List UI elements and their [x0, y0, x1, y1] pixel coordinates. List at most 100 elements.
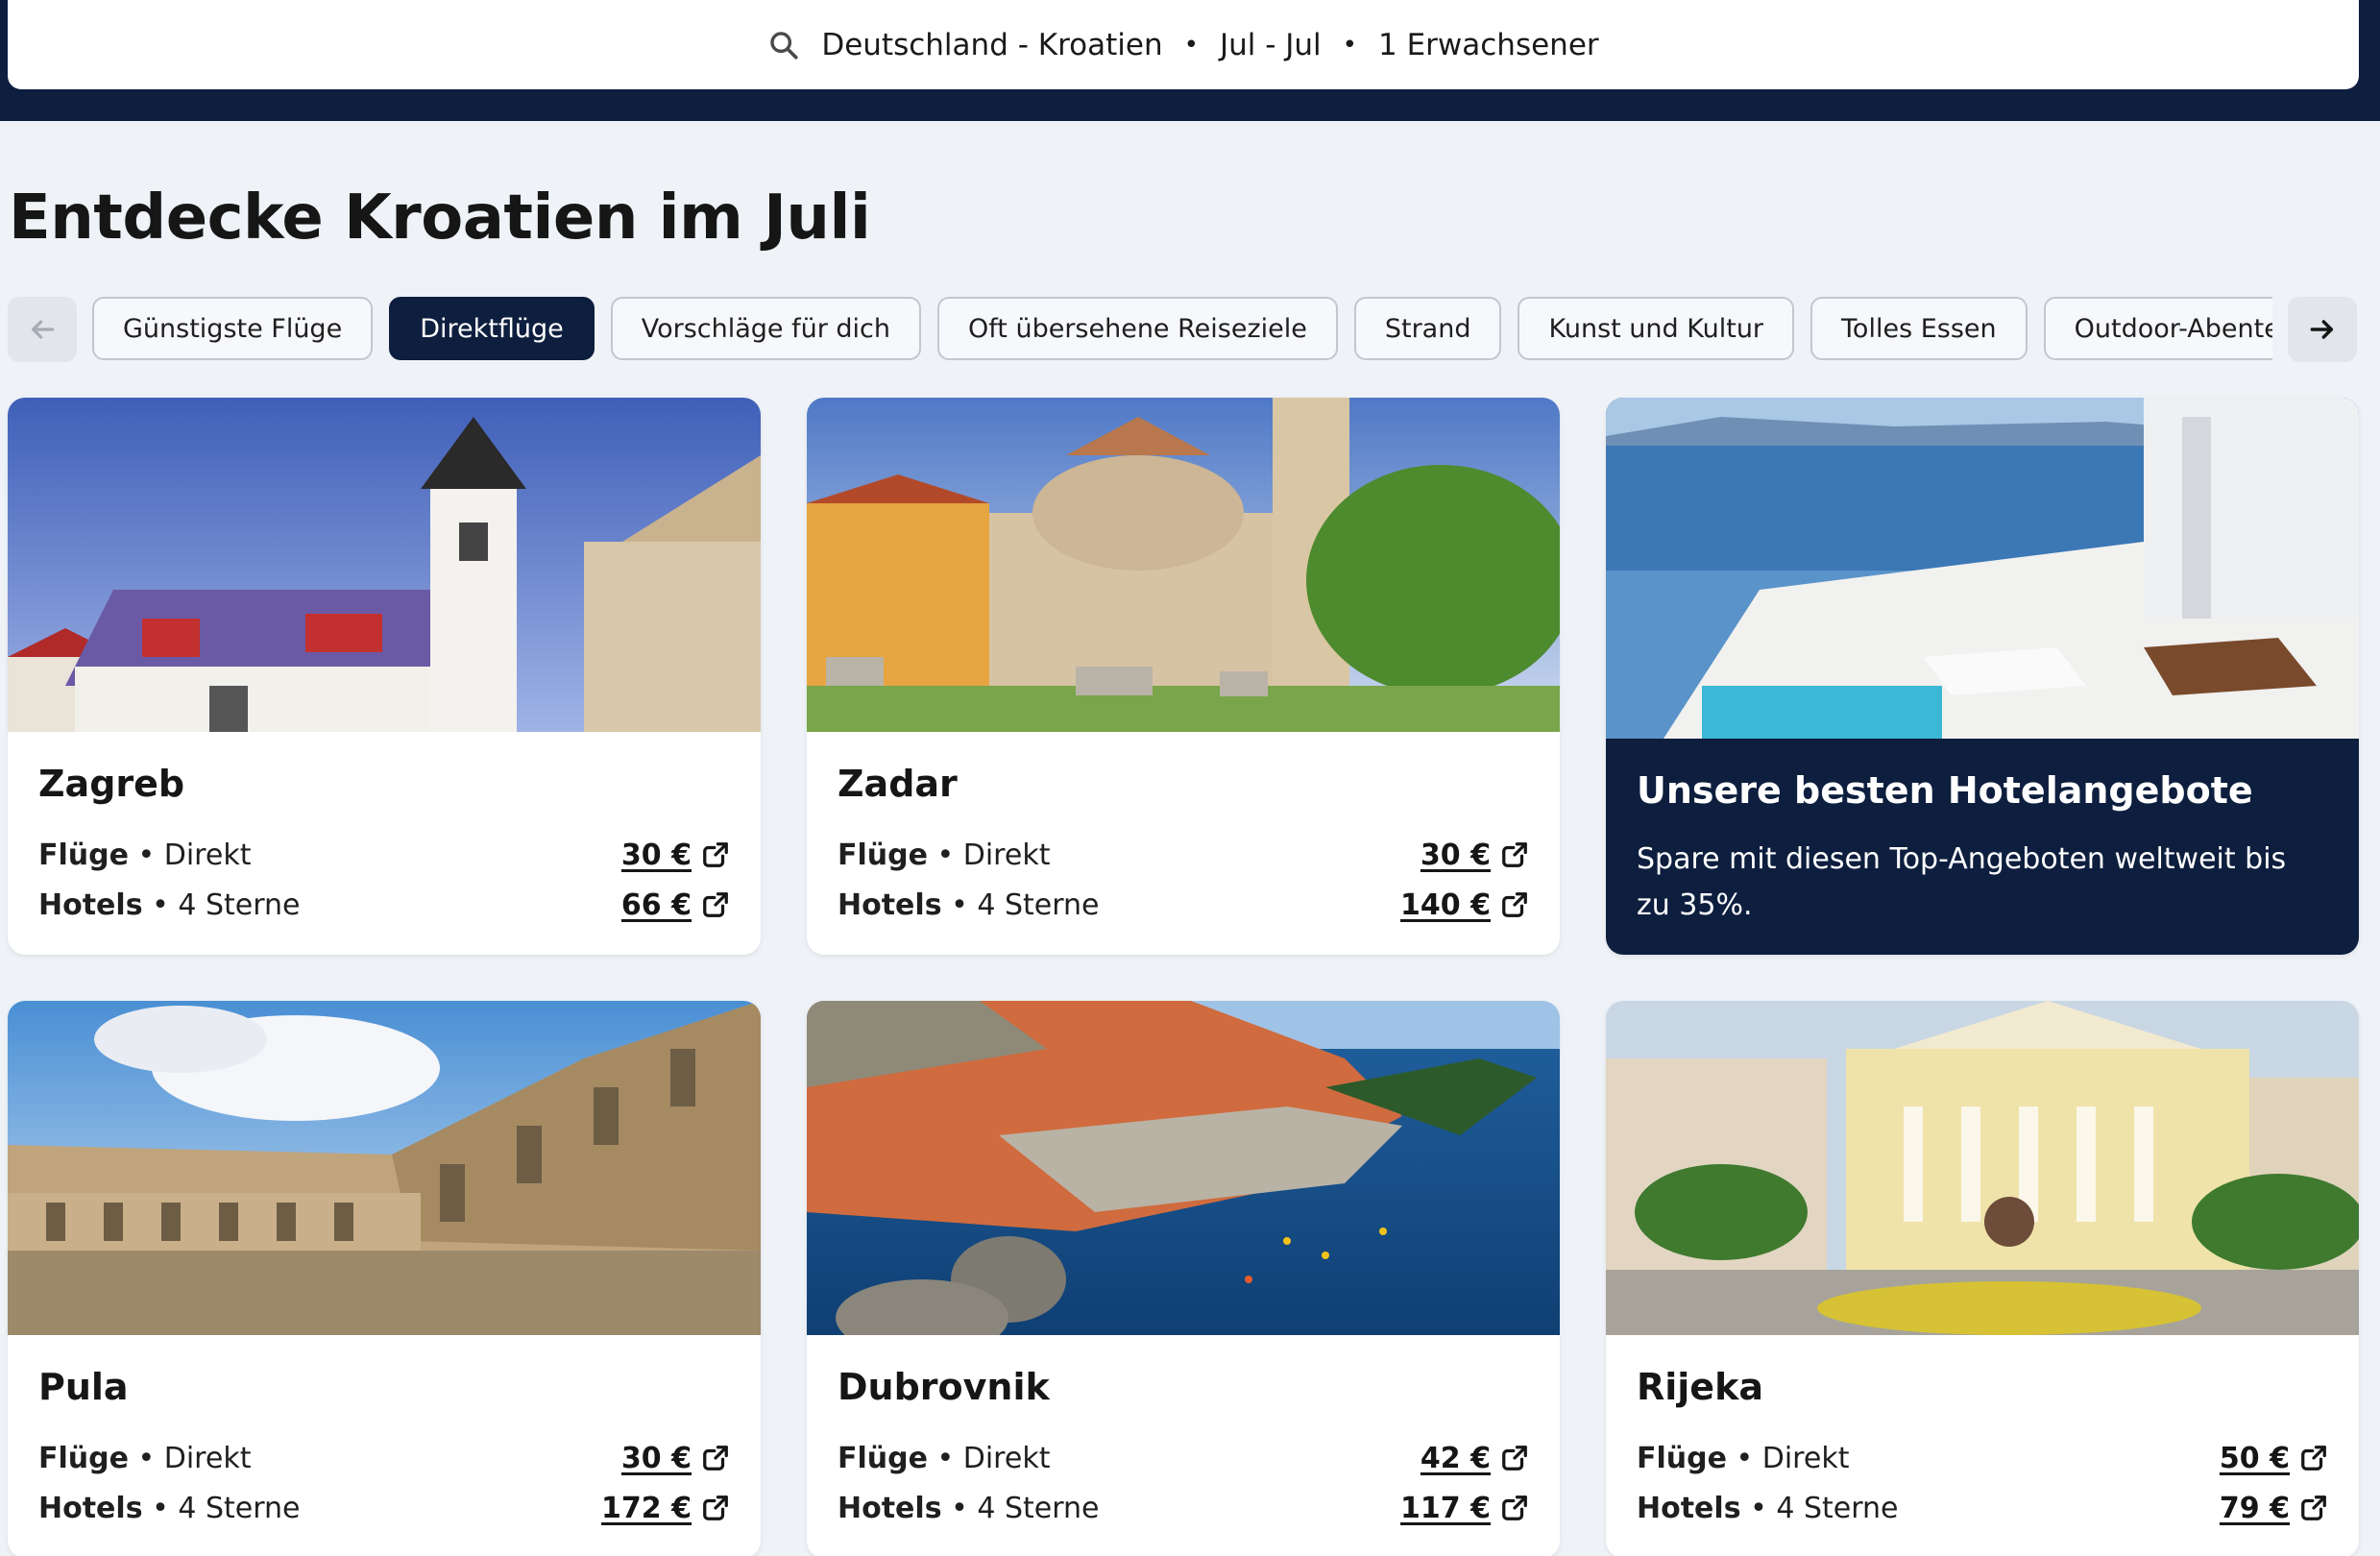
chip-strand[interactable]: Strand: [1353, 297, 1502, 360]
separator-dot: •: [1183, 30, 1199, 60]
chip-vorschlaege[interactable]: Vorschläge für dich: [610, 297, 921, 360]
flights-detail: Direkt: [962, 1441, 1051, 1475]
chip-outdoor-abenteuer[interactable]: Outdoor-Abenteuer: [2043, 297, 2272, 360]
external-link-icon: [1500, 890, 1529, 919]
chip-guenstigste-fluege[interactable]: Günstigste Flüge: [92, 297, 374, 360]
flights-detail: Direkt: [163, 838, 252, 872]
hotel-deals-promo-card[interactable]: Unsere besten Hotelangebote Spare mit di…: [1606, 398, 2359, 955]
hotels-detail: 4 Sterne: [178, 887, 301, 922]
flights-price-link[interactable]: 50 €: [2220, 1442, 2328, 1475]
hotels-detail: 4 Sterne: [1776, 1491, 1899, 1525]
hotels-row: Hotels • 4 Sterne 117 €: [838, 1483, 1529, 1533]
flights-label: Flüge: [1637, 1441, 1727, 1475]
flights-price-link[interactable]: 30 €: [621, 1442, 730, 1475]
search-icon: [770, 31, 798, 60]
flights-row: Flüge • Direkt 30 €: [38, 1433, 730, 1483]
hotels-label: Hotels: [838, 887, 942, 922]
hotels-row: Hotels • 4 Sterne 66 €: [38, 880, 730, 930]
destination-grid: Zagreb Flüge • Direkt 30 € Hotels • 4 St…: [8, 398, 2359, 1556]
flights-row: Flüge • Direkt 50 €: [1637, 1433, 2328, 1483]
category-chips: Günstigste Flüge Direktflüge Vorschläge …: [92, 297, 2272, 362]
destination-photo: [1606, 1001, 2359, 1335]
external-link-icon: [701, 890, 730, 919]
flights-price: 30 €: [620, 838, 692, 872]
destination-photo: [8, 398, 761, 732]
page-title: Entdecke Kroatien im Juli: [9, 182, 871, 254]
arrow-right-icon: [2310, 320, 2334, 339]
category-filter-row: Günstigste Flüge Direktflüge Vorschläge …: [8, 297, 2357, 362]
hotels-price-link[interactable]: 172 €: [601, 1492, 730, 1525]
city-name: Zagreb: [38, 763, 185, 805]
flights-price-link[interactable]: 30 €: [1421, 839, 1529, 872]
external-link-icon: [701, 1444, 730, 1472]
hotels-label: Hotels: [1637, 1491, 1741, 1525]
city-name: Pula: [38, 1366, 129, 1408]
flights-price-link[interactable]: 42 €: [1421, 1442, 1529, 1475]
flights-detail: Direkt: [962, 838, 1051, 872]
destination-photo: [8, 1001, 761, 1335]
flights-detail: Direkt: [163, 1441, 252, 1475]
destination-card-zadar[interactable]: Zadar Flüge • Direkt 30 € Hotels • 4 Ste…: [807, 398, 1560, 955]
promo-title: Unsere besten Hotelangebote: [1637, 769, 2253, 812]
chip-oft-uebersehene-reiseziele[interactable]: Oft übersehene Reiseziele: [937, 297, 1338, 360]
flights-label: Flüge: [38, 1441, 129, 1475]
hotels-price-link[interactable]: 66 €: [621, 888, 730, 922]
flights-label: Flüge: [38, 838, 129, 872]
external-link-icon: [1500, 1494, 1529, 1522]
scroll-left-button[interactable]: [8, 297, 77, 362]
flights-price: 30 €: [1420, 838, 1491, 872]
hotels-price: 172 €: [601, 1491, 692, 1525]
flights-row: Flüge • Direkt 42 €: [838, 1433, 1529, 1483]
hotels-price: 66 €: [620, 887, 692, 922]
external-link-icon: [701, 840, 730, 869]
destination-card-zagreb[interactable]: Zagreb Flüge • Direkt 30 € Hotels • 4 St…: [8, 398, 761, 955]
flights-label: Flüge: [838, 1441, 928, 1475]
destination-card-rijeka[interactable]: Rijeka Flüge • Direkt 50 € Hotels • 4 St…: [1606, 1001, 2359, 1556]
promo-text: Spare mit diesen Top-Angeboten weltweit …: [1637, 842, 2287, 922]
arrow-left-icon: [32, 320, 55, 339]
separator-dot: •: [1342, 30, 1357, 60]
flights-row: Flüge • Direkt 30 €: [38, 830, 730, 880]
hotels-row: Hotels • 4 Sterne 172 €: [38, 1483, 730, 1533]
hotels-label: Hotels: [838, 1491, 942, 1525]
flights-price: 30 €: [620, 1441, 692, 1475]
hotels-price-link[interactable]: 79 €: [2220, 1492, 2328, 1525]
city-name: Zadar: [838, 763, 958, 805]
hotels-label: Hotels: [38, 887, 143, 922]
promo-photo: [1606, 398, 2359, 739]
hotels-row: Hotels • 4 Sterne 79 €: [1637, 1483, 2328, 1533]
flights-price: 50 €: [2219, 1441, 2290, 1475]
external-link-icon: [2299, 1444, 2328, 1472]
flights-price: 42 €: [1420, 1441, 1491, 1475]
search-summary-bar[interactable]: Deutschland - Kroatien • Jul - Jul • 1 E…: [8, 0, 2359, 89]
scroll-right-button[interactable]: [2288, 297, 2357, 362]
destination-card-pula[interactable]: Pula Flüge • Direkt 30 € Hotels • 4 Ster…: [8, 1001, 761, 1556]
city-name: Dubrovnik: [838, 1366, 1050, 1408]
destination-photo: [807, 1001, 1560, 1335]
hotels-price: 117 €: [1400, 1491, 1491, 1525]
flights-price-link[interactable]: 30 €: [621, 839, 730, 872]
hotels-detail: 4 Sterne: [178, 1491, 301, 1525]
hotels-price: 140 €: [1400, 887, 1491, 922]
external-link-icon: [2299, 1494, 2328, 1522]
chip-tolles-essen[interactable]: Tolles Essen: [1810, 297, 2028, 360]
hotels-price-link[interactable]: 117 €: [1400, 1492, 1529, 1525]
hotels-detail: 4 Sterne: [977, 1491, 1100, 1525]
external-link-icon: [1500, 840, 1529, 869]
chip-direktfluege[interactable]: Direktflüge: [389, 297, 595, 360]
hotels-detail: 4 Sterne: [977, 887, 1100, 922]
hotels-label: Hotels: [38, 1491, 143, 1525]
flights-row: Flüge • Direkt 30 €: [838, 830, 1529, 880]
external-link-icon: [1500, 1444, 1529, 1472]
hotels-price: 79 €: [2219, 1491, 2290, 1525]
chip-kunst-und-kultur[interactable]: Kunst und Kultur: [1518, 297, 1795, 360]
external-link-icon: [701, 1494, 730, 1522]
flights-detail: Direkt: [1761, 1441, 1850, 1475]
category-chips-viewport: Günstigste Flüge Direktflüge Vorschläge …: [92, 297, 2272, 362]
hotels-row: Hotels • 4 Sterne 140 €: [838, 880, 1529, 930]
search-route: Deutschland - Kroatien: [821, 27, 1163, 62]
destination-card-dubrovnik[interactable]: Dubrovnik Flüge • Direkt 42 € Hotels • 4…: [807, 1001, 1560, 1556]
hotels-price-link[interactable]: 140 €: [1400, 888, 1529, 922]
search-dates: Jul - Jul: [1219, 27, 1322, 62]
flights-label: Flüge: [838, 838, 928, 872]
